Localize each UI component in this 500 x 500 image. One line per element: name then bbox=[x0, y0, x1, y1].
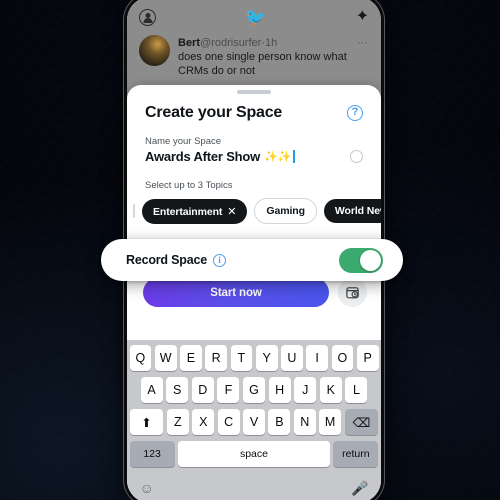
feed-top-bar: 🐦 ✦ bbox=[139, 5, 369, 29]
key-e[interactable]: E bbox=[180, 345, 202, 371]
toggle-knob bbox=[360, 249, 381, 271]
tweet-timestamp: 1h bbox=[264, 36, 278, 49]
name-field-column: Name your Space Awards After Show ✨✨ bbox=[145, 136, 350, 164]
microphone-icon[interactable]: 🎤 bbox=[351, 481, 368, 495]
topic-chip-entertainment[interactable]: Entertainment ✕ bbox=[142, 198, 248, 224]
sparkle-icon[interactable]: ✦ bbox=[356, 9, 369, 25]
key-q[interactable]: Q bbox=[129, 345, 152, 371]
name-your-space-field[interactable]: Name your Space Awards After Show ✨✨ bbox=[127, 122, 381, 164]
more-dots-icon[interactable]: ⋯ bbox=[357, 36, 369, 49]
key-r[interactable]: R bbox=[205, 345, 227, 371]
keyboard-row-1: Q W E R T Y U I O P bbox=[129, 345, 379, 371]
key-n[interactable]: N bbox=[293, 409, 316, 435]
schedule-space-button[interactable] bbox=[338, 278, 367, 307]
close-icon[interactable]: ✕ bbox=[227, 206, 236, 218]
record-space-label: Record Space bbox=[126, 253, 207, 267]
onscreen-keyboard[interactable]: Q W E R T Y U I O P A S D F G H J K L ⬆ … bbox=[127, 340, 381, 500]
emoji-smiley-icon[interactable]: ☺ bbox=[140, 481, 154, 495]
name-input-value[interactable]: Awards After Show bbox=[145, 149, 260, 164]
return-key[interactable]: return bbox=[333, 441, 379, 467]
record-space-toggle[interactable] bbox=[339, 247, 383, 273]
start-now-button[interactable]: Start now bbox=[143, 278, 329, 307]
twitter-bird-icon: 🐦 bbox=[245, 7, 267, 27]
text-cursor bbox=[293, 150, 295, 163]
keyboard-row-3: ⬆ Z X C V B N M ⌫ bbox=[129, 409, 379, 435]
create-space-sheet: Create your Space ? Name your Space Awar… bbox=[127, 85, 381, 500]
backspace-icon[interactable]: ⌫ bbox=[344, 409, 379, 435]
topic-chip-world-news[interactable]: World News bbox=[323, 199, 381, 223]
keyboard-row-2: A S D F G H J K L bbox=[130, 377, 379, 403]
key-z[interactable]: Z bbox=[166, 409, 189, 435]
avatar[interactable] bbox=[139, 35, 170, 66]
key-j[interactable]: J bbox=[294, 377, 317, 403]
tweet-item[interactable]: Bert @rodrisurfer · 1h ⋯ does one single… bbox=[139, 35, 369, 78]
tweet-author-handle: @rodrisurfer bbox=[200, 36, 262, 49]
key-d[interactable]: D bbox=[191, 377, 214, 403]
key-t[interactable]: T bbox=[230, 345, 253, 371]
topic-chip-gaming[interactable]: Gaming bbox=[254, 198, 317, 224]
key-m[interactable]: M bbox=[319, 409, 342, 435]
empty-circle-indicator[interactable] bbox=[350, 150, 363, 163]
numbers-key[interactable]: 123 bbox=[129, 441, 175, 467]
keyboard-bottom-bar: ☺ 🎤 bbox=[130, 473, 379, 500]
key-p[interactable]: P bbox=[356, 345, 379, 371]
help-icon[interactable]: ? bbox=[347, 105, 363, 121]
key-l[interactable]: L bbox=[345, 377, 368, 403]
tweet-text: does one single person know what CRMs do… bbox=[178, 51, 347, 78]
tweet-header: Bert @rodrisurfer · 1h ⋯ bbox=[178, 36, 369, 50]
name-field-label: Name your Space bbox=[145, 136, 222, 147]
info-icon[interactable]: i bbox=[212, 253, 226, 267]
key-y[interactable]: Y bbox=[255, 345, 278, 371]
account-circle-icon[interactable] bbox=[139, 8, 156, 26]
page-title: Create your Space bbox=[145, 104, 283, 121]
keyboard-row-4: 123 space return bbox=[129, 441, 379, 467]
topic-chip-partial[interactable] bbox=[133, 204, 135, 218]
key-x[interactable]: X bbox=[192, 409, 215, 435]
tweet-body: Bert @rodrisurfer · 1h ⋯ does one single… bbox=[178, 35, 369, 78]
key-o[interactable]: O bbox=[331, 345, 354, 371]
key-b[interactable]: B bbox=[268, 409, 291, 435]
calendar-clock-icon bbox=[346, 287, 359, 299]
tweet-author-name: Bert bbox=[178, 36, 201, 49]
topic-chip-label: Entertainment bbox=[153, 205, 223, 218]
record-space-highlight-card[interactable]: Record Space i bbox=[101, 239, 403, 281]
shift-key[interactable]: ⬆ bbox=[129, 409, 164, 435]
key-h[interactable]: H bbox=[268, 377, 291, 403]
key-i[interactable]: I bbox=[306, 345, 328, 371]
key-a[interactable]: A bbox=[140, 377, 163, 403]
key-f[interactable]: F bbox=[217, 377, 240, 403]
space-key[interactable]: space bbox=[178, 441, 330, 467]
key-w[interactable]: W bbox=[154, 345, 177, 371]
key-u[interactable]: U bbox=[281, 345, 303, 371]
key-s[interactable]: S bbox=[166, 377, 189, 403]
name-field-value-row: Awards After Show ✨✨ bbox=[145, 149, 350, 164]
sparkles-emoji: ✨✨ bbox=[264, 151, 292, 163]
key-v[interactable]: V bbox=[243, 409, 265, 435]
topics-label: Select up to 3 Topics bbox=[145, 180, 233, 191]
record-space-label-group: Record Space i bbox=[126, 253, 226, 267]
key-g[interactable]: G bbox=[242, 377, 266, 403]
topic-chips-row[interactable]: Entertainment ✕ Gaming World News bbox=[127, 191, 381, 224]
sheet-header: Create your Space ? bbox=[127, 94, 381, 122]
key-c[interactable]: C bbox=[217, 409, 240, 435]
key-k[interactable]: K bbox=[319, 377, 342, 403]
